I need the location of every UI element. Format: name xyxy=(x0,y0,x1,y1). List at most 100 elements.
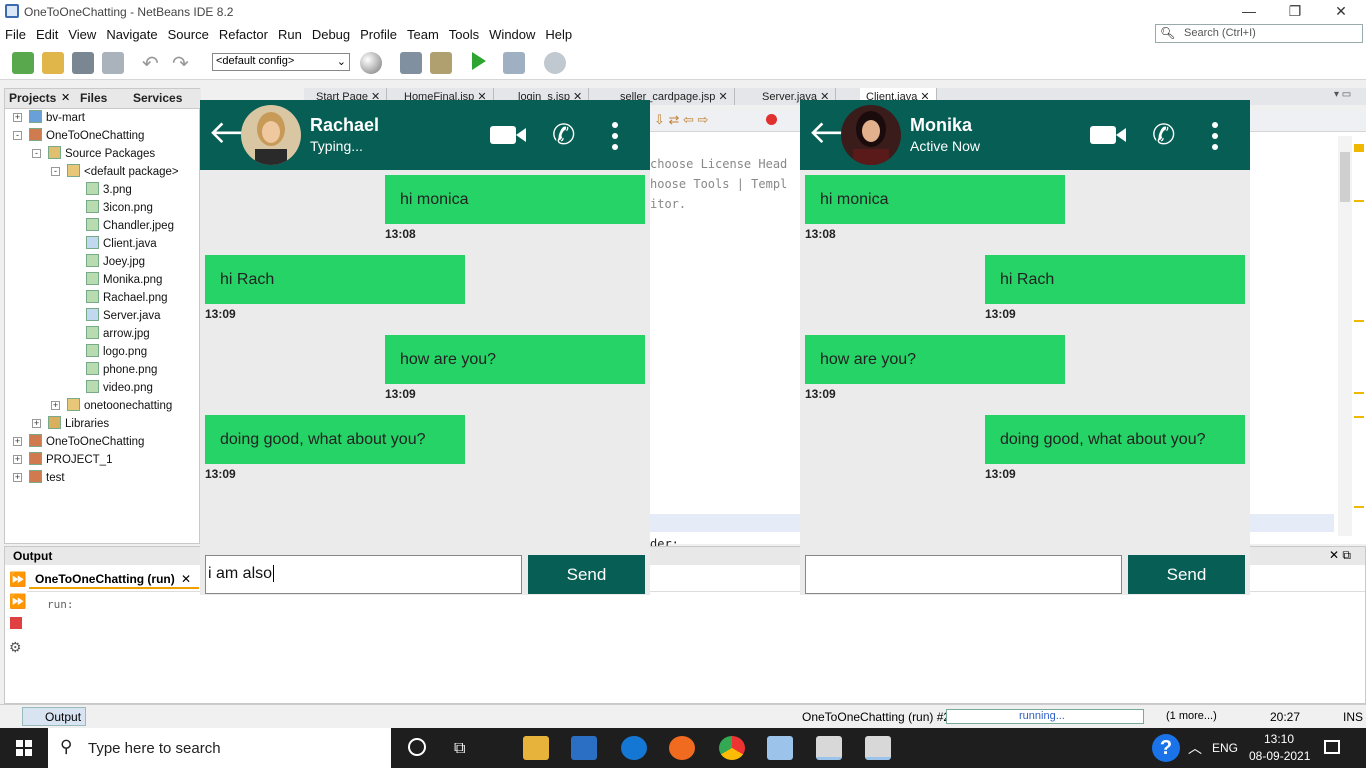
tab-files[interactable]: Files xyxy=(80,91,107,105)
warning-marker[interactable] xyxy=(1354,506,1364,508)
close-icon[interactable]: ✕ xyxy=(61,91,70,104)
more-options-icon[interactable] xyxy=(610,118,620,154)
record-macro-icon[interactable] xyxy=(766,114,777,125)
tree-item[interactable]: phone.png xyxy=(86,362,157,380)
close-icon[interactable]: ✕ xyxy=(1318,0,1364,24)
tree-item[interactable]: - OneToOneChatting xyxy=(13,128,144,146)
warning-marker[interactable] xyxy=(1354,416,1364,418)
tree-item[interactable]: arrow.jpg xyxy=(86,326,150,344)
menu-navigate[interactable]: Navigate xyxy=(101,24,162,45)
profile-icon[interactable] xyxy=(544,52,566,74)
editor-scrollbar[interactable] xyxy=(1338,136,1352,536)
chevron-up-icon[interactable]: ︿ xyxy=(1188,738,1202,758)
message-input[interactable]: i am also xyxy=(205,555,522,594)
expand-icon[interactable]: + xyxy=(13,455,22,464)
message-list[interactable]: hi monica 13:08 hi Rach 13:09 how are you? 13… xyxy=(205,175,645,547)
edge-icon[interactable] xyxy=(621,736,647,760)
chrome-icon[interactable] xyxy=(719,736,745,760)
tree-item[interactable]: + onetoonechatting xyxy=(51,398,172,416)
send-button[interactable]: Send xyxy=(528,555,645,594)
tree-item[interactable]: - Source Packages xyxy=(32,146,155,164)
run-icon[interactable] xyxy=(472,52,486,70)
expand-icon[interactable]: + xyxy=(13,437,22,446)
firefox-icon[interactable] xyxy=(669,736,695,760)
help-icon[interactable]: ? xyxy=(1152,734,1180,762)
undo-icon[interactable]: ↶ xyxy=(142,51,159,76)
tree-item[interactable]: Joey.jpg xyxy=(86,254,145,272)
warning-marker[interactable] xyxy=(1354,144,1364,152)
cortana-icon[interactable] xyxy=(408,738,426,756)
output-tab[interactable]: OneToOneChatting (run) ✕ xyxy=(29,569,199,589)
menu-profile[interactable]: Profile xyxy=(355,24,402,45)
file-explorer-icon[interactable] xyxy=(523,736,549,760)
tree-item[interactable]: Client.java xyxy=(86,236,157,254)
tree-item[interactable]: 3icon.png xyxy=(86,200,153,218)
redo-icon[interactable]: ↷ xyxy=(172,51,189,76)
tree-item[interactable]: + PROJECT_1 xyxy=(13,452,112,470)
stop-icon[interactable] xyxy=(10,617,22,629)
rerun-params-icon[interactable]: ⏩ xyxy=(9,593,26,610)
build-hammer-icon[interactable] xyxy=(400,52,422,74)
windows-start-icon[interactable] xyxy=(16,740,32,756)
settings-icon[interactable]: ⚙ xyxy=(9,639,22,656)
tree-item[interactable]: Chandler.jpeg xyxy=(86,218,174,236)
warning-marker[interactable] xyxy=(1354,200,1364,202)
java-app-icon[interactable] xyxy=(816,736,842,760)
output-window-button[interactable]: Output xyxy=(22,707,86,726)
expand-icon[interactable]: + xyxy=(13,473,22,482)
close-icon[interactable]: ✕ ⧉ xyxy=(1329,548,1351,563)
menu-debug[interactable]: Debug xyxy=(307,24,355,45)
store-icon[interactable] xyxy=(571,736,597,760)
netbeans-taskbar-icon[interactable] xyxy=(767,736,793,760)
task-view-icon[interactable]: ⧉ xyxy=(454,740,465,758)
message-list[interactable]: hi monica 13:08 hi Rach 13:09 how are you? 13… xyxy=(805,175,1245,547)
more-options-icon[interactable] xyxy=(1210,118,1220,154)
phone-icon[interactable]: ✆ xyxy=(1152,120,1175,150)
taskbar-search-input[interactable]: ⚲ Type here to search xyxy=(48,728,391,768)
language-indicator[interactable]: ENG xyxy=(1212,741,1238,755)
tab-projects[interactable]: Projects xyxy=(9,91,56,105)
tab-services[interactable]: Services xyxy=(133,91,182,105)
menu-refactor[interactable]: Refactor xyxy=(214,24,273,45)
menu-view[interactable]: View xyxy=(63,24,101,45)
editor-toolbar-icon[interactable]: ⇩ ⇄ ⇦ ⇨ xyxy=(654,112,708,128)
debug-icon[interactable] xyxy=(503,52,525,74)
clock-date[interactable]: 08-09-2021 xyxy=(1249,749,1310,763)
menu-window[interactable]: Window xyxy=(484,24,540,45)
scrollbar-thumb[interactable] xyxy=(1340,152,1350,202)
tree-item[interactable]: Server.java xyxy=(86,308,161,326)
tree-item[interactable]: logo.png xyxy=(86,344,147,362)
warning-marker[interactable] xyxy=(1354,392,1364,394)
ide-search-input[interactable]: 🔍︎ Search (Ctrl+I) xyxy=(1155,24,1363,43)
collapse-icon[interactable]: - xyxy=(51,167,60,176)
tree-item[interactable]: + test xyxy=(13,470,65,488)
output-console[interactable]: run: xyxy=(27,591,1365,703)
new-file-icon[interactable] xyxy=(12,52,34,74)
menu-file[interactable]: File xyxy=(0,24,31,45)
avatar[interactable] xyxy=(841,105,901,165)
running-process[interactable]: OneToOneChatting (run) #2 xyxy=(802,710,950,724)
warning-marker[interactable] xyxy=(1354,320,1364,322)
rerun-icon[interactable]: ⏩ xyxy=(9,571,26,588)
video-call-icon[interactable] xyxy=(1090,126,1126,144)
clean-build-icon[interactable] xyxy=(430,52,452,74)
notification-icon[interactable] xyxy=(1324,740,1340,754)
tree-item[interactable]: 3.png xyxy=(86,182,132,200)
tab-list-icon[interactable]: ▾ ▭ xyxy=(1334,89,1351,100)
collapse-icon[interactable]: - xyxy=(13,131,22,140)
video-call-icon[interactable] xyxy=(490,126,526,144)
restore-icon[interactable]: ❐ xyxy=(1272,0,1318,24)
minimize-icon[interactable]: — xyxy=(1226,0,1272,24)
tree-item[interactable]: Rachael.png xyxy=(86,290,168,308)
expand-icon[interactable]: + xyxy=(51,401,60,410)
save-all-icon[interactable] xyxy=(102,52,124,74)
globe-browser-icon[interactable] xyxy=(360,52,382,74)
menu-source[interactable]: Source xyxy=(163,24,214,45)
tree-item[interactable]: video.png xyxy=(86,380,153,398)
tree-item[interactable]: + Libraries xyxy=(32,416,109,434)
avatar[interactable] xyxy=(241,105,301,165)
open-project-icon[interactable] xyxy=(72,52,94,74)
close-icon[interactable]: ✕ xyxy=(181,572,191,586)
tree-item[interactable]: + bv-mart xyxy=(13,110,85,128)
more-processes[interactable]: (1 more...) xyxy=(1166,710,1217,722)
